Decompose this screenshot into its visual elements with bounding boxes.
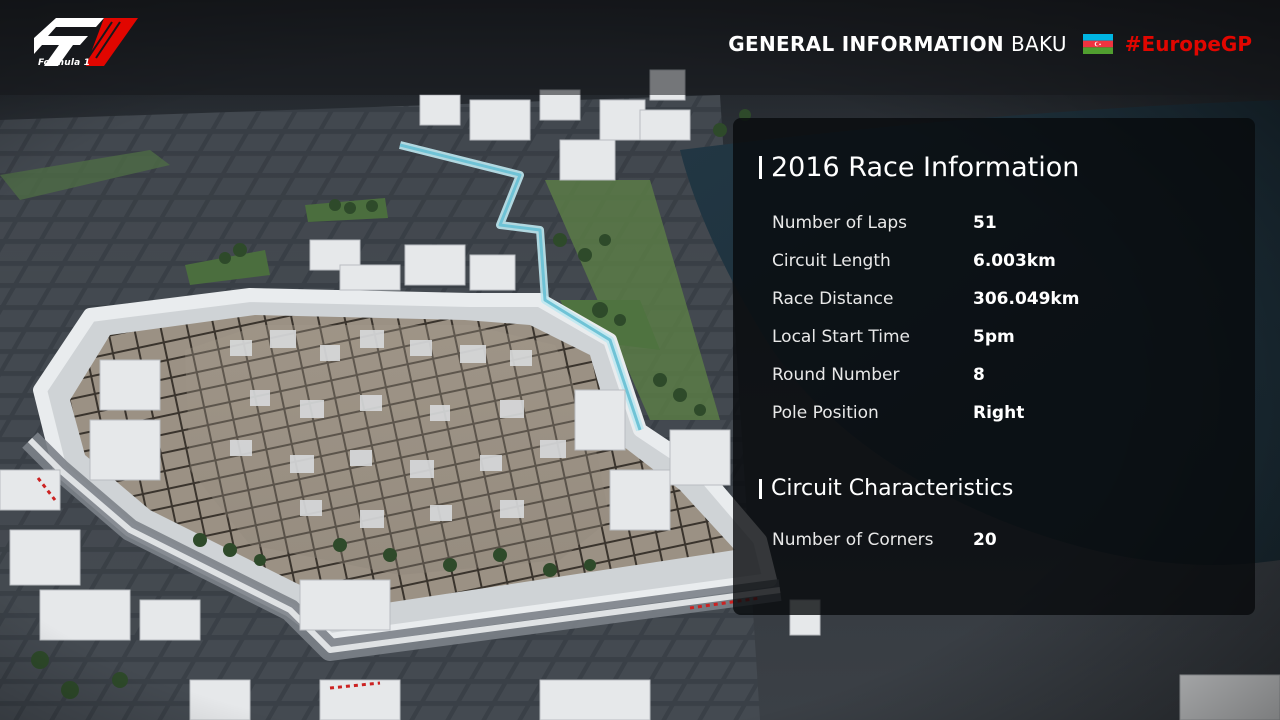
heading-bar	[759, 478, 762, 499]
row-label: Round Number	[772, 365, 900, 385]
infographic-stage: Formula 1 GENERAL INFORMATION BAKU #Euro…	[0, 0, 1280, 720]
info-row-race-distance: Race Distance 306.049km	[772, 289, 1232, 313]
row-value: 5pm	[973, 327, 1015, 347]
info-row-round-number: Round Number 8	[772, 365, 1232, 389]
heading-bar	[759, 156, 762, 179]
row-value: 20	[973, 530, 997, 550]
info-row-circuit-length: Circuit Length 6.003km	[772, 251, 1232, 275]
circuit-title: Circuit Characteristics	[771, 476, 1014, 501]
info-row-start-time: Local Start Time 5pm	[772, 327, 1232, 351]
row-label: Pole Position	[772, 403, 879, 423]
info-row-laps: Number of Laps 51	[772, 213, 1232, 237]
header-city: BAKU	[1010, 32, 1067, 56]
row-label: Number of Corners	[772, 530, 934, 550]
row-value: Right	[973, 403, 1025, 423]
row-value: 6.003km	[973, 251, 1056, 271]
row-value: 306.049km	[973, 289, 1080, 309]
info-row-corners: Number of Corners 20	[772, 530, 1232, 554]
race-info-title: 2016 Race Information	[771, 152, 1080, 183]
row-label: Number of Laps	[772, 213, 908, 233]
row-label: Circuit Length	[772, 251, 891, 271]
logo-wordmark: Formula 1	[38, 58, 91, 68]
circuit-heading: Circuit Characteristics	[759, 476, 1013, 501]
info-row-pole-position: Pole Position Right	[772, 403, 1232, 427]
row-label: Race Distance	[772, 289, 894, 309]
header: GENERAL INFORMATION BAKU #EuropeGP	[728, 30, 1252, 58]
hashtag: #EuropeGP	[1124, 32, 1252, 56]
info-panel: 2016 Race Information Number of Laps 51 …	[733, 118, 1255, 615]
header-title: GENERAL INFORMATION	[728, 32, 1004, 56]
row-label: Local Start Time	[772, 327, 911, 347]
row-value: 8	[973, 365, 985, 385]
race-info-heading: 2016 Race Information	[759, 152, 1079, 183]
azerbaijan-flag-icon	[1082, 34, 1113, 54]
row-value: 51	[973, 213, 997, 233]
